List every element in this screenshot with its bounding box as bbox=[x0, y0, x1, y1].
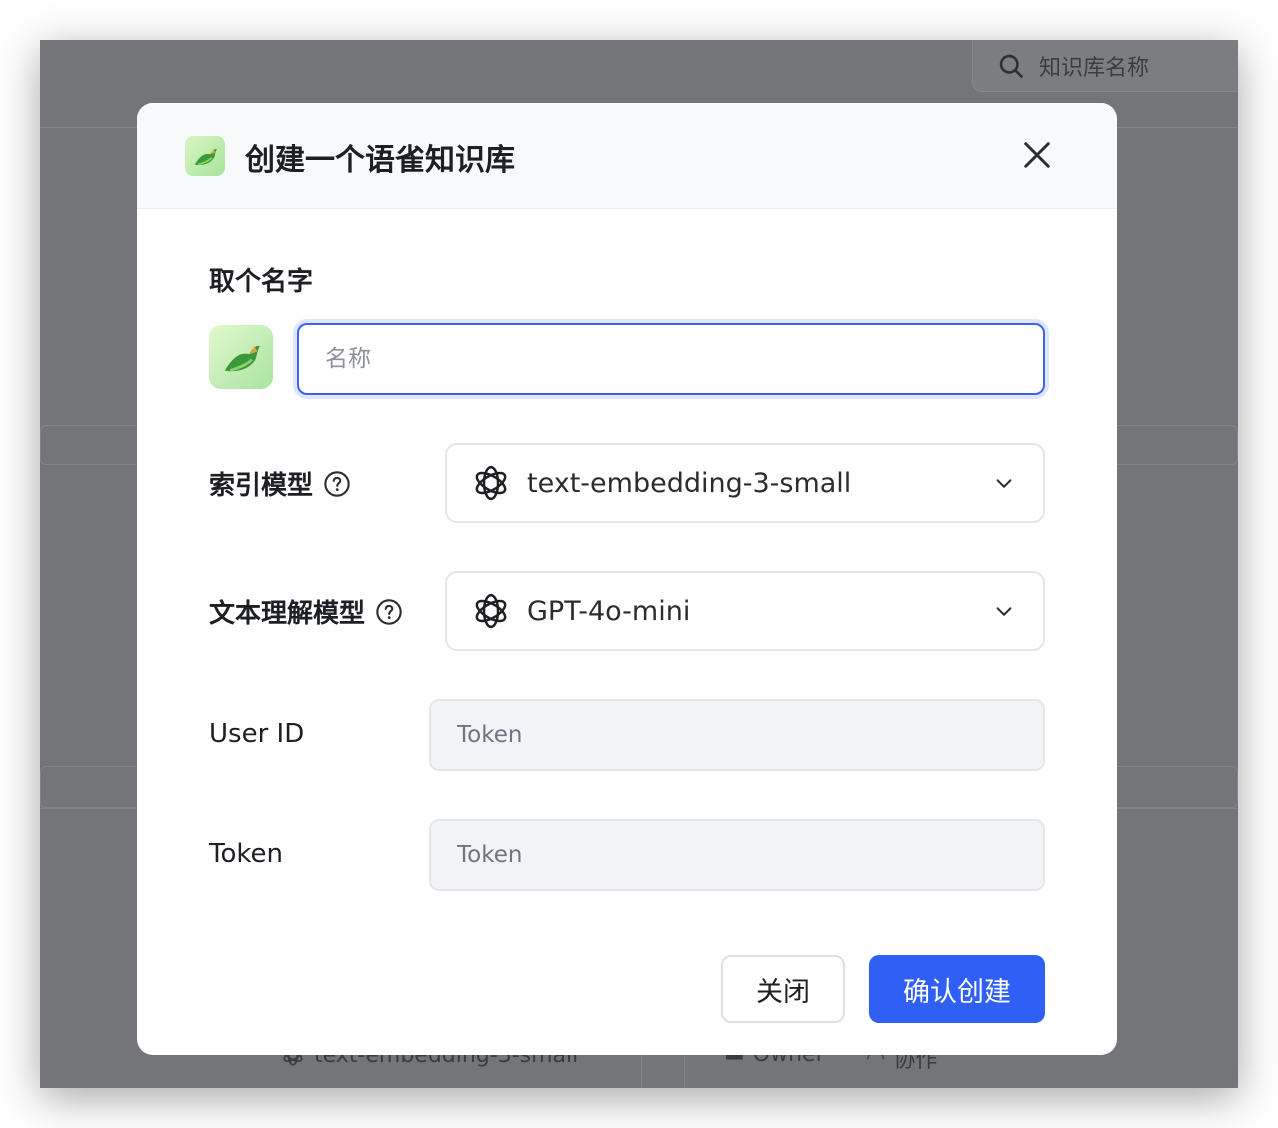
text-model-select[interactable]: GPT-4o-mini bbox=[445, 571, 1045, 651]
token-input[interactable] bbox=[429, 819, 1045, 891]
yuque-bird-icon bbox=[194, 148, 217, 166]
close-button[interactable] bbox=[1017, 135, 1057, 175]
chevron-down-icon bbox=[996, 479, 1012, 488]
confirm-create-button[interactable]: 确认创建 bbox=[869, 955, 1045, 1023]
background-search-placeholder: 知识库名称 bbox=[1039, 55, 1150, 81]
yuque-logo bbox=[185, 136, 225, 176]
dialog-title: 创建一个语雀知识库 bbox=[245, 143, 515, 178]
background-search-box: 知识库名称 bbox=[972, 40, 1238, 92]
name-input[interactable] bbox=[297, 323, 1045, 395]
token-label: Token bbox=[209, 839, 283, 869]
user-id-label: User ID bbox=[209, 719, 305, 749]
index-model-value: text-embedding-3-small bbox=[527, 467, 852, 499]
name-label: 取个名字 bbox=[209, 267, 314, 297]
text-model-label-text: 文本理解模型 bbox=[209, 599, 366, 629]
close-icon bbox=[1024, 142, 1050, 168]
yuque-bird-icon bbox=[224, 345, 260, 372]
cancel-button[interactable]: 关闭 bbox=[721, 955, 845, 1023]
text-model-label: 文本理解模型 bbox=[209, 593, 403, 630]
search-icon bbox=[999, 54, 1023, 78]
create-knowledge-base-dialog: 创建一个语雀知识库 取个名字 索引模型 bbox=[137, 103, 1117, 1055]
chevron-down-icon bbox=[996, 607, 1012, 616]
help-circle-icon[interactable] bbox=[375, 598, 403, 626]
index-model-label: 索引模型 bbox=[209, 465, 351, 502]
help-circle-icon[interactable] bbox=[323, 470, 351, 498]
openai-icon bbox=[475, 593, 507, 629]
openai-icon bbox=[475, 465, 507, 501]
user-id-input[interactable] bbox=[429, 699, 1045, 771]
knowledge-base-avatar[interactable] bbox=[209, 325, 273, 389]
dialog-header: 创建一个语雀知识库 bbox=[137, 103, 1117, 209]
index-model-label-text: 索引模型 bbox=[209, 471, 314, 501]
index-model-select[interactable]: text-embedding-3-small bbox=[445, 443, 1045, 523]
text-model-value: GPT-4o-mini bbox=[527, 595, 691, 627]
